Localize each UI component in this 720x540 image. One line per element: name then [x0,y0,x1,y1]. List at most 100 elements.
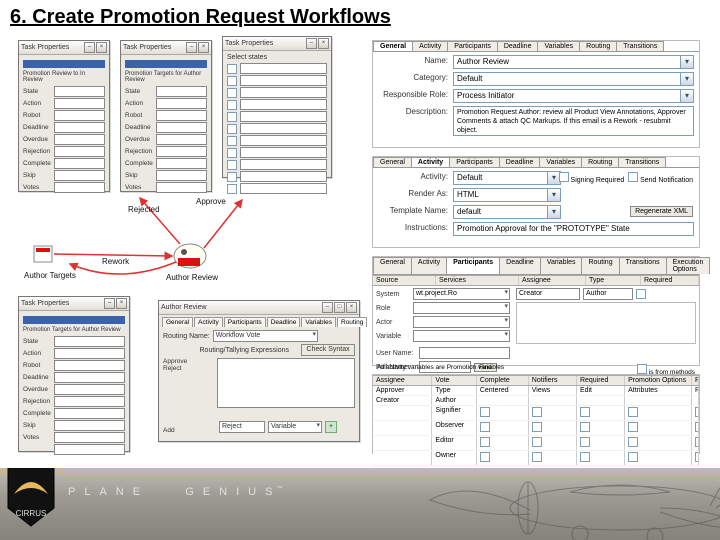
reject-value-box[interactable]: Reject [219,421,265,433]
tab-general[interactable]: General [162,317,193,327]
tab-general[interactable]: General [373,257,412,274]
tab-selector[interactable] [23,60,105,68]
role-select[interactable]: Process Initiator▾ [453,89,694,103]
grid-checkbox[interactable] [580,452,590,462]
participants-listbox[interactable] [516,302,696,344]
tab-routing[interactable]: Routing [337,317,367,327]
notify-checkbox[interactable] [628,172,638,182]
state-item[interactable] [240,111,327,122]
tab-variables[interactable]: Variables [537,41,580,51]
tab-activity[interactable]: Activity [411,157,450,167]
row-input[interactable] [54,336,125,347]
row-input[interactable] [156,170,207,181]
source-select[interactable] [413,316,510,328]
tab-deadline[interactable]: Deadline [499,157,541,167]
row-input[interactable] [54,372,125,383]
expression-textarea[interactable] [217,358,355,408]
row-input[interactable] [54,384,125,395]
source-select[interactable] [413,302,510,314]
row-input[interactable] [156,86,207,97]
source-select[interactable]: wt.project.Ro [413,288,510,300]
state-checkbox[interactable] [227,172,237,182]
from-methods-checkbox[interactable] [637,364,647,374]
minimize-icon[interactable]: – [104,298,115,309]
grid-checkbox[interactable] [580,437,590,447]
state-item[interactable] [240,63,327,74]
row-input[interactable] [54,348,125,359]
row-input[interactable] [156,98,207,109]
close-icon[interactable]: × [116,298,127,309]
tab-selector[interactable] [125,60,207,68]
regenerate-button[interactable]: Regenerate XML [630,206,693,217]
tab-deadline[interactable]: Deadline [267,317,301,327]
state-checkbox[interactable] [227,124,237,134]
state-item[interactable] [240,87,327,98]
category-select[interactable]: Default▾ [453,72,694,86]
state-item[interactable] [240,123,327,134]
minimize-icon[interactable]: – [186,42,197,53]
grid-checkbox[interactable] [480,437,490,447]
template-select[interactable]: default▾ [453,205,561,219]
state-item[interactable] [240,135,327,146]
tab-selector[interactable] [23,316,125,324]
state-checkbox[interactable] [227,112,237,122]
check-syntax-button[interactable]: Check Syntax [301,344,355,356]
state-checkbox[interactable] [227,148,237,158]
add-row-button[interactable]: + [325,421,337,433]
tab-transitions[interactable]: Transitions [618,157,666,167]
row-input[interactable] [54,146,105,157]
activity-select[interactable]: Default▾ [453,171,561,185]
grid-checkbox[interactable] [532,422,542,432]
tab-activity[interactable]: Activity [194,317,223,327]
grid-checkbox[interactable] [532,407,542,417]
row-input[interactable] [54,408,125,419]
state-item[interactable] [240,75,327,86]
row-input[interactable] [54,444,125,455]
grid-checkbox[interactable] [628,422,638,432]
close-icon[interactable]: × [198,42,209,53]
tab-participants[interactable]: Participants [447,41,498,51]
state-checkbox[interactable] [227,136,237,146]
row-input[interactable] [156,158,207,169]
row-input[interactable] [54,420,125,431]
tab-routing[interactable]: Routing [581,257,619,274]
state-checkbox[interactable] [227,88,237,98]
row-input[interactable] [54,134,105,145]
row-input[interactable] [54,396,125,407]
row-input[interactable] [156,122,207,133]
state-item[interactable] [240,99,327,110]
tab-routing[interactable]: Routing [579,41,617,51]
tab-variables[interactable]: Variables [301,317,336,327]
instr-input[interactable]: Promotion Approval for the "PROTOTYPE" S… [453,222,694,236]
grid-checkbox[interactable] [695,407,699,417]
state-item[interactable] [240,171,327,182]
source-select[interactable] [413,330,510,342]
tab-general[interactable]: General [373,157,412,167]
required-checkbox[interactable] [636,289,646,299]
grid-checkbox[interactable] [480,407,490,417]
state-item[interactable] [240,183,327,194]
tab-deadline[interactable]: Deadline [499,257,541,274]
maximize-icon[interactable]: □ [334,302,345,313]
tab-variables[interactable]: Variables [539,157,582,167]
signing-checkbox[interactable] [559,172,569,182]
grid-checkbox[interactable] [532,452,542,462]
state-item[interactable] [240,147,327,158]
grid-checkbox[interactable] [695,437,699,447]
grid-checkbox[interactable] [695,452,699,462]
tab-transitions[interactable]: Transitions [616,41,664,51]
tab-execution-options[interactable]: Execution Options [666,257,711,274]
tab-deadline[interactable]: Deadline [497,41,539,51]
tab-activity[interactable]: Activity [412,41,448,51]
row-input[interactable] [156,110,207,121]
tab-participants[interactable]: Participants [224,317,266,327]
tab-transitions[interactable]: Transitions [619,257,667,274]
row-input[interactable] [156,146,207,157]
grid-checkbox[interactable] [628,407,638,417]
minimize-icon[interactable]: – [322,302,333,313]
row-input[interactable] [54,86,105,97]
tab-participants[interactable]: Participants [449,157,500,167]
grid-checkbox[interactable] [580,422,590,432]
routing-name-select[interactable]: Workflow Vote [213,330,318,342]
close-icon[interactable]: × [96,42,107,53]
